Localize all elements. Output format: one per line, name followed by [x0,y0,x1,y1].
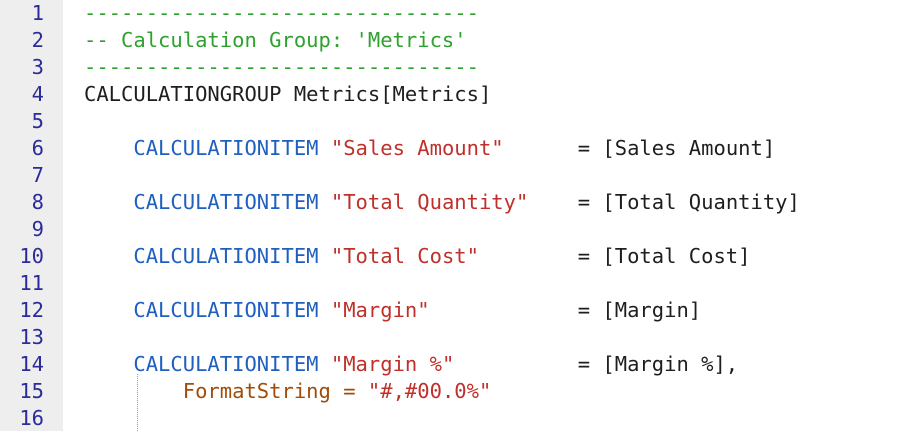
code-token-string: "Total Quantity" [330,190,529,214]
code-token-string: "Margin" [330,298,430,322]
gutter-separator [63,0,75,431]
line-number: 8 [31,190,44,214]
code-token-comment: -------------------------------- [84,1,479,25]
code-token-prop: FormatString [182,379,331,403]
line-number: 7 [31,163,44,187]
code-token-comment: -------------------------------- [84,55,479,79]
line-number: 9 [31,217,44,241]
code-line[interactable]: -- Calculation Group: 'Metrics' [84,27,467,54]
line-number: 14 [19,352,44,376]
line-number: 5 [31,109,44,133]
code-line[interactable]: FormatString = "#,#00.0%" [84,378,492,405]
code-token-keyword: CALCULATIONITEM [133,190,319,214]
line-number: 15 [19,379,44,403]
code-token-plain: = [Sales Amount] [503,136,776,160]
line-number: 6 [31,136,44,160]
code-editor[interactable]: 1 2 3 4 5 6 7 8 9 10 11 12 13 14 15 16 ----------------… [0,0,917,431]
code-token-string: "Sales Amount" [330,136,504,160]
code-token-prop: = [343,379,356,403]
code-token-string: "Margin %" [330,352,455,376]
code-token-plain: = [Total Quantity] [528,190,800,214]
code-token-keyword: CALCULATIONITEM [133,352,319,376]
code-token-plain: = [Margin %], [454,352,739,376]
line-number: 12 [19,298,44,322]
code-line[interactable]: -------------------------------- [84,54,479,81]
line-number: 1 [31,1,44,25]
code-line[interactable]: CALCULATIONGROUP Metrics[Metrics] [84,81,491,108]
code-line[interactable]: CALCULATIONITEM "Margin" = [Margin] [84,297,701,324]
indent-guide [137,374,138,431]
line-number: 11 [19,271,44,295]
code-token-plain: = [Total Cost] [478,244,751,268]
code-token-string: "#,#00.0%" [367,379,492,403]
code-token-keyword: CALCULATIONITEM [133,136,319,160]
code-line[interactable]: CALCULATIONITEM "Total Cost" = [Total Co… [84,243,751,270]
code-token-comment: -- Calculation Group: 'Metrics' [84,28,467,52]
line-number: 10 [19,244,44,268]
code-token-keyword: CALCULATIONITEM [133,298,319,322]
line-number: 3 [31,55,44,79]
code-token-plain: = [Margin] [429,298,702,322]
line-number: 16 [19,406,44,430]
line-number: 4 [31,82,44,106]
code-line[interactable]: CALCULATIONITEM "Total Quantity" = [Tota… [84,189,800,216]
code-line[interactable]: CALCULATIONITEM "Sales Amount" = [Sales … [84,135,775,162]
code-token-plain: CALCULATIONGROUP Metrics[Metrics] [84,82,492,106]
code-line[interactable]: CALCULATIONITEM "Margin %" = [Margin %], [84,351,738,378]
line-number: 2 [31,28,44,52]
line-number: 13 [19,325,44,349]
code-line[interactable]: -------------------------------- [84,0,479,27]
code-token-keyword: CALCULATIONITEM [133,244,319,268]
code-token-string: "Total Cost" [330,244,479,268]
